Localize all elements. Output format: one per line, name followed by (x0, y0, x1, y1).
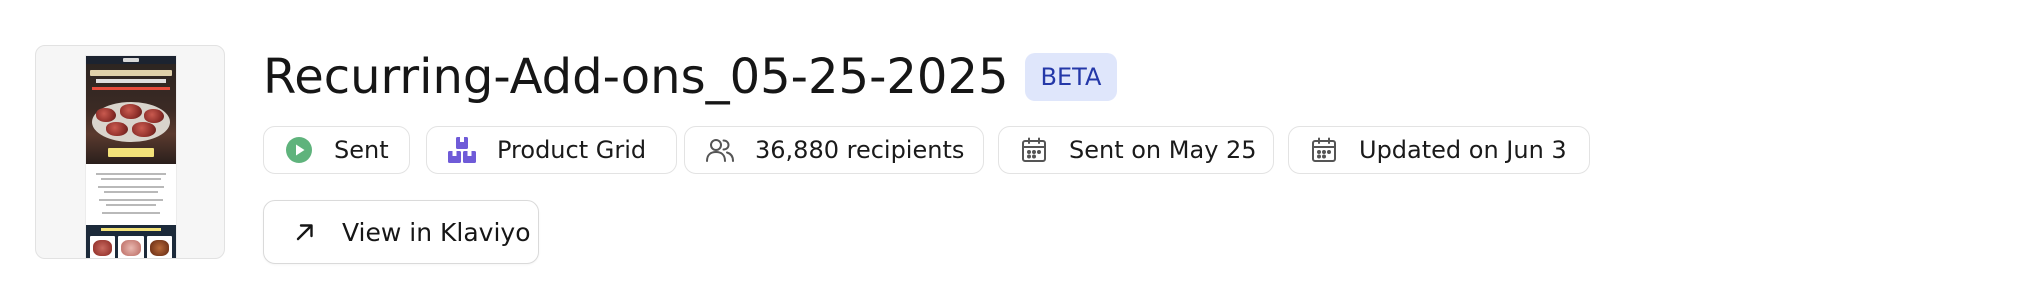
product-grid-icon (447, 135, 477, 165)
status-label: Sent (334, 136, 389, 164)
status-chip: Sent (263, 126, 410, 174)
template-label: Product Grid (497, 136, 647, 164)
email-preview-image (86, 56, 176, 258)
sent-on-chip: Sent on May 25 (998, 126, 1274, 174)
beta-badge: BETA (1024, 53, 1118, 101)
calendar-icon (1019, 135, 1049, 165)
updated-on-chip: Updated on Jun 3 (1288, 126, 1590, 174)
updated-on-label: Updated on Jun 3 (1359, 136, 1567, 164)
title-row: Recurring-Add-ons_05-25-2025 BETA (263, 46, 1118, 108)
view-in-klaviyo-label: View in Klaviyo (342, 217, 531, 247)
recipients-label: 36,880 recipients (755, 136, 965, 164)
play-circle-icon (284, 135, 314, 165)
calendar-icon (1309, 135, 1339, 165)
sent-on-label: Sent on May 25 (1069, 136, 1257, 164)
view-in-klaviyo-button[interactable]: View in Klaviyo (263, 200, 539, 264)
campaign-title: Recurring-Add-ons_05-25-2025 (263, 49, 1009, 105)
arrow-up-right-icon (292, 219, 318, 245)
users-icon (705, 135, 735, 165)
recipients-chip: 36,880 recipients (684, 126, 984, 174)
template-chip: Product Grid (426, 126, 677, 174)
email-preview-thumbnail[interactable] (35, 45, 225, 259)
